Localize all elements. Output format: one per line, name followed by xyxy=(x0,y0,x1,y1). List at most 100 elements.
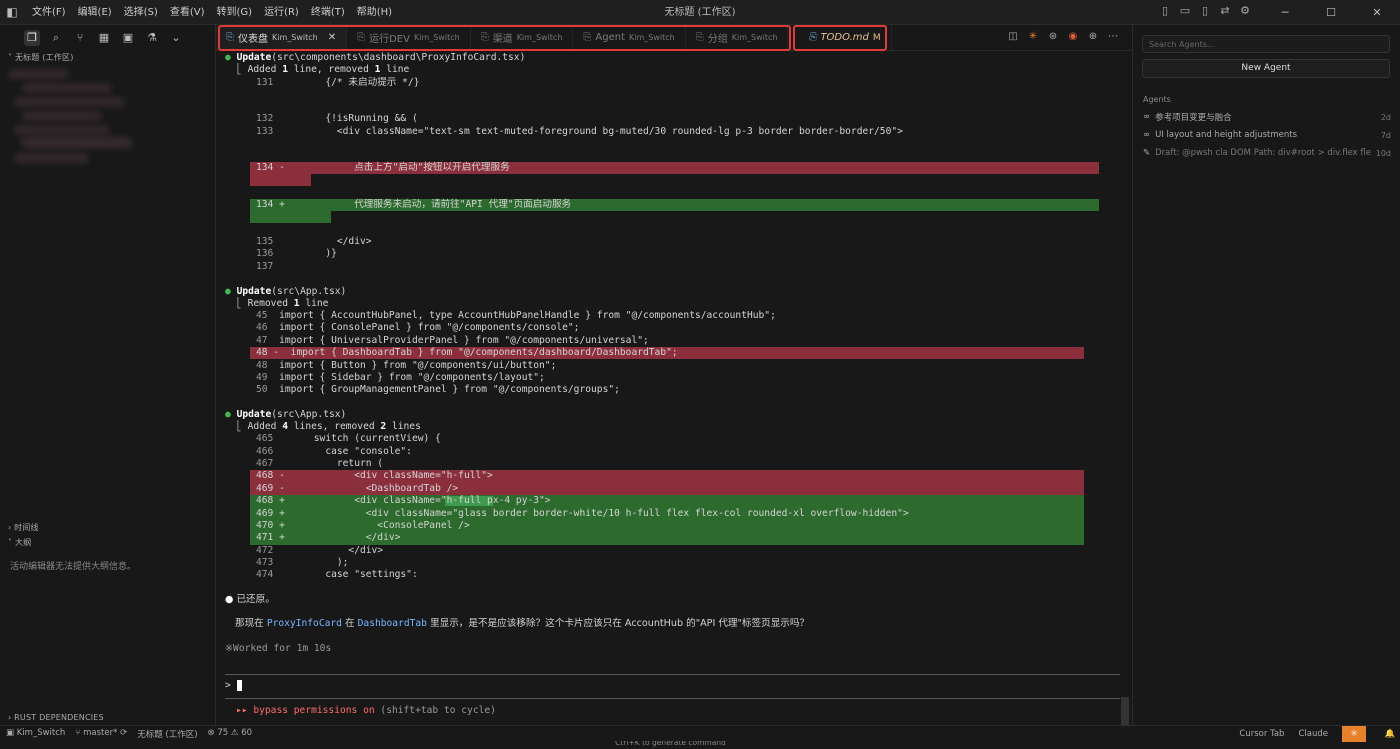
diff-line: 466 case "console": xyxy=(256,446,412,457)
globe-icon[interactable]: ⊕ xyxy=(1086,31,1100,42)
outline-section-header[interactable]: ˅ 大纲 xyxy=(0,536,31,549)
diff-line: 137 xyxy=(256,261,274,272)
menu-bar: 文件(F) 编辑(E) 选择(S) 查看(V) 转到(G) 运行(R) 终端(T… xyxy=(26,0,398,25)
added-line-band xyxy=(250,211,331,224)
removed-line-band xyxy=(250,174,311,187)
terminal-tab-icon: ⎘ xyxy=(695,32,704,43)
diff-line-removed: 469 - <DashboardTab /> xyxy=(256,483,459,494)
diff-line-added: 470 + <ConsolePanel /> xyxy=(256,520,470,531)
extensions-icon[interactable]: ▦ xyxy=(96,30,112,46)
menu-run[interactable]: 运行(R) xyxy=(258,0,305,25)
diff-line-added: 134 + 代理服务未启动，请前往"API 代理"页面启动服务 xyxy=(256,199,572,210)
settings-gear-icon[interactable]: ⚙ xyxy=(1238,4,1252,18)
remote-icon[interactable]: ▣ xyxy=(120,30,136,46)
update-summary: ⎣ Added 1 line, removed 1 line xyxy=(236,64,410,75)
terminal-tab-icon: ⎘ xyxy=(226,32,234,43)
explorer-sidebar: ❐ ⌕ ⑂ ▦ ▣ ⚗ ⌄ ˅ 无标题 (工作区) › 时间线 ˅ 大纲 活动编… xyxy=(0,25,216,725)
menu-go[interactable]: 转到(G) xyxy=(211,0,259,25)
agent-item[interactable]: ∞ 参考项目变更与融合 2d xyxy=(1143,111,1391,123)
toggle-panel-icon[interactable]: ▭ xyxy=(1178,4,1192,18)
diff-line-added: 469 + <div className="glass border borde… xyxy=(256,508,909,519)
menu-file[interactable]: 文件(F) xyxy=(26,0,72,25)
source-control-icon[interactable]: ⑂ xyxy=(72,30,88,46)
diff-line-removed: 134 - 点击上方"启动"按钮以开启代理服务 xyxy=(256,162,510,173)
switch-layout-icon[interactable]: ⇄ xyxy=(1218,4,1232,18)
more-chevron-icon[interactable]: ⌄ xyxy=(168,30,184,46)
agent-item[interactable]: ∞ UI layout and height adjustments 7d xyxy=(1143,129,1391,141)
diff-line: 48 import { Button } from "@/components/… xyxy=(256,360,557,371)
status-cursor-tab[interactable]: Cursor Tab xyxy=(1239,729,1284,739)
diff-line: 131 {/* 未启动提示 */} xyxy=(256,77,420,88)
openai-icon[interactable]: ⊛ xyxy=(1046,31,1060,42)
diff-line: 46 import { ConsolePanel } from "@/compo… xyxy=(256,322,580,333)
diff-line: 135 </div> xyxy=(256,236,372,247)
status-project[interactable]: ▣ Kim_Switch xyxy=(6,728,65,740)
status-claude[interactable]: Claude xyxy=(1298,729,1328,739)
rust-dependencies-header[interactable]: › RUST DEPENDENCIES xyxy=(0,711,104,724)
file-tree-blurred xyxy=(8,69,68,79)
diff-line: 50 import { GroupManagementPanel } from … xyxy=(256,384,620,395)
status-bar: ▣ Kim_Switch ⑂ master* ⟳ 无标题 (工作区) ⊗ 75 … xyxy=(0,725,1400,742)
bypass-permissions-status[interactable]: ▸▸ bypass permissions on (shift+tab to c… xyxy=(236,705,496,717)
notifications-icon[interactable]: 🔔 xyxy=(1380,729,1400,739)
agent-item[interactable]: ✎ Draft: @pwsh cla DOM Path: div#root > … xyxy=(1143,147,1391,159)
agents-header: Agents xyxy=(1143,95,1171,104)
diff-line: 136 )} xyxy=(256,248,337,259)
testing-icon[interactable]: ⚗ xyxy=(144,30,160,46)
claude-icon[interactable]: ✳ xyxy=(1026,31,1040,42)
status-branch[interactable]: ⑂ master* ⟳ xyxy=(75,728,127,740)
menu-selection[interactable]: 选择(S) xyxy=(118,0,164,25)
toggle-sidebar-icon[interactable]: ▯ xyxy=(1158,4,1172,18)
timeline-section-header[interactable]: › 时间线 xyxy=(0,521,39,534)
notification-bell-icon[interactable]: ✳ xyxy=(1342,726,1366,742)
close-tab-icon[interactable]: ✕ xyxy=(328,32,336,43)
maximize-button[interactable]: ☐ xyxy=(1308,0,1354,25)
tab-agent[interactable]: ⎘ Agent Kim_Switch xyxy=(573,25,686,50)
search-agents-input[interactable]: Search Agents... xyxy=(1142,35,1390,53)
tab-todo-md[interactable]: ⎘ TODO.md M xyxy=(798,25,892,50)
editor-tabs: ⎘ 仪表盘 Kim_Switch ✕ ⎘ 运行DEV Kim_Switch ⎘ … xyxy=(216,25,1132,51)
pencil-icon: ✎ xyxy=(1143,148,1151,158)
tab-dashboard[interactable]: ⎘ 仪表盘 Kim_Switch ✕ xyxy=(216,25,348,50)
update-summary: ⎣ Added 4 lines, removed 2 lines xyxy=(236,421,421,432)
search-icon[interactable]: ⌕ xyxy=(48,30,64,46)
diff-line: 467 return ( xyxy=(256,458,384,469)
files-icon[interactable]: ❐ xyxy=(24,30,40,46)
diff-line-added: 468 + <div className="h-full px-4 py-3"> xyxy=(256,495,551,506)
terminal-scrollbar[interactable] xyxy=(1121,697,1129,727)
status-workspace[interactable]: 无标题 (工作区) xyxy=(137,728,197,740)
menu-view[interactable]: 查看(V) xyxy=(164,0,211,25)
minimize-button[interactable]: ─ xyxy=(1262,0,1308,25)
diff-line: 133 <div className="text-sm text-muted-f… xyxy=(256,126,903,137)
prompt-divider-bottom xyxy=(225,698,1120,699)
split-editor-icon[interactable]: ◫ xyxy=(1006,31,1020,42)
terminal-tab-icon: ⎘ xyxy=(480,32,489,43)
tab-channel[interactable]: ⎘ 渠道 Kim_Switch xyxy=(471,25,574,50)
toggle-secondary-sidebar-icon[interactable]: ▯ xyxy=(1198,4,1212,18)
file-tree-blurred xyxy=(14,97,124,107)
menu-edit[interactable]: 编辑(E) xyxy=(72,0,118,25)
folder-icon: ▣ xyxy=(6,727,15,738)
diff-line: 49 import { Sidebar } from "@/components… xyxy=(256,372,545,383)
update-header: ● Update(src\App.tsx) xyxy=(225,409,347,420)
status-problems[interactable]: ⊗ 75 ⚠ 60 xyxy=(208,728,253,740)
app-logo-icon: ◧ xyxy=(6,5,18,19)
extension-icon[interactable]: ◉ xyxy=(1066,31,1080,42)
diff-line: 474 case "settings": xyxy=(256,569,418,580)
assistant-message: ● 已还原。 xyxy=(225,594,275,605)
diff-line-removed: 468 - <div className="h-full"> xyxy=(256,470,493,481)
workspace-section-header[interactable]: ˅ 无标题 (工作区) xyxy=(0,51,215,64)
close-window-button[interactable]: ✕ xyxy=(1354,0,1400,25)
tab-group[interactable]: ⎘ 分组 Kim_Switch xyxy=(686,25,789,50)
more-actions-icon[interactable]: ⋯ xyxy=(1106,31,1120,42)
sidebar-activity-icons: ❐ ⌕ ⑂ ▦ ▣ ⚗ ⌄ xyxy=(0,25,215,51)
prompt-input[interactable]: > xyxy=(225,680,243,692)
diff-line: 47 import { UniversalProviderPanel } fro… xyxy=(256,335,649,346)
new-agent-button[interactable]: New Agent xyxy=(1142,59,1390,78)
tab-run-dev[interactable]: ⎘ 运行DEV Kim_Switch xyxy=(347,25,471,50)
update-summary: ⎣ Removed 1 line xyxy=(236,298,329,309)
menu-terminal[interactable]: 终端(T) xyxy=(305,0,351,25)
menu-help[interactable]: 帮助(H) xyxy=(351,0,398,25)
outline-empty-message: 活动编辑器无法提供大纲信息。 xyxy=(10,562,137,572)
git-branch-icon: ⑂ xyxy=(75,727,81,738)
